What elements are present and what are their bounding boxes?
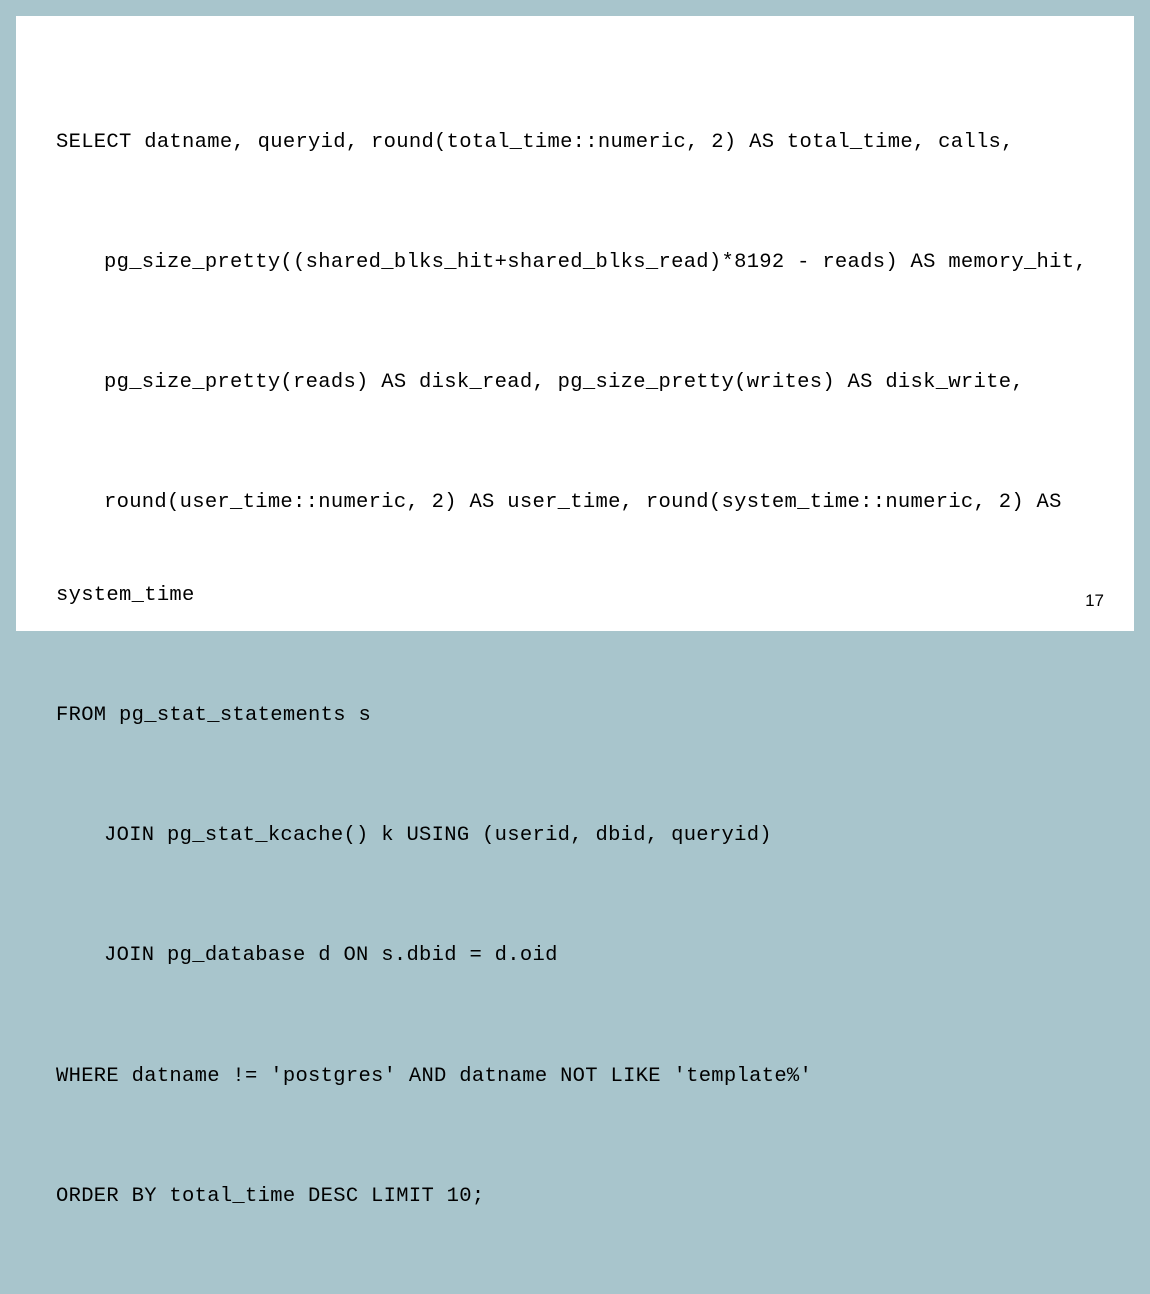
code-line-order: ORDER BY total_time DESC LIMIT 10;	[56, 1182, 1094, 1213]
code-line-from: FROM pg_stat_statements s	[56, 701, 1094, 732]
code-line-join-kcache: JOIN pg_stat_kcache() k USING (userid, d…	[56, 821, 1094, 852]
slide-container: SELECT datname, queryid, round(total_tim…	[16, 16, 1134, 631]
code-line-time-b: system_time	[56, 581, 1094, 612]
sql-code-block: SELECT datname, queryid, round(total_tim…	[56, 66, 1094, 1294]
code-line-disk: pg_size_pretty(reads) AS disk_read, pg_s…	[56, 368, 1094, 399]
code-line-memory-hit: pg_size_pretty((shared_blks_hit+shared_b…	[56, 248, 1094, 279]
code-line-join-database: JOIN pg_database d ON s.dbid = d.oid	[56, 941, 1094, 972]
page-number: 17	[1085, 591, 1104, 611]
code-line-where: WHERE datname != 'postgres' AND datname …	[56, 1062, 1094, 1093]
code-line-select: SELECT datname, queryid, round(total_tim…	[56, 128, 1094, 159]
code-line-time-a: round(user_time::numeric, 2) AS user_tim…	[56, 488, 1094, 519]
